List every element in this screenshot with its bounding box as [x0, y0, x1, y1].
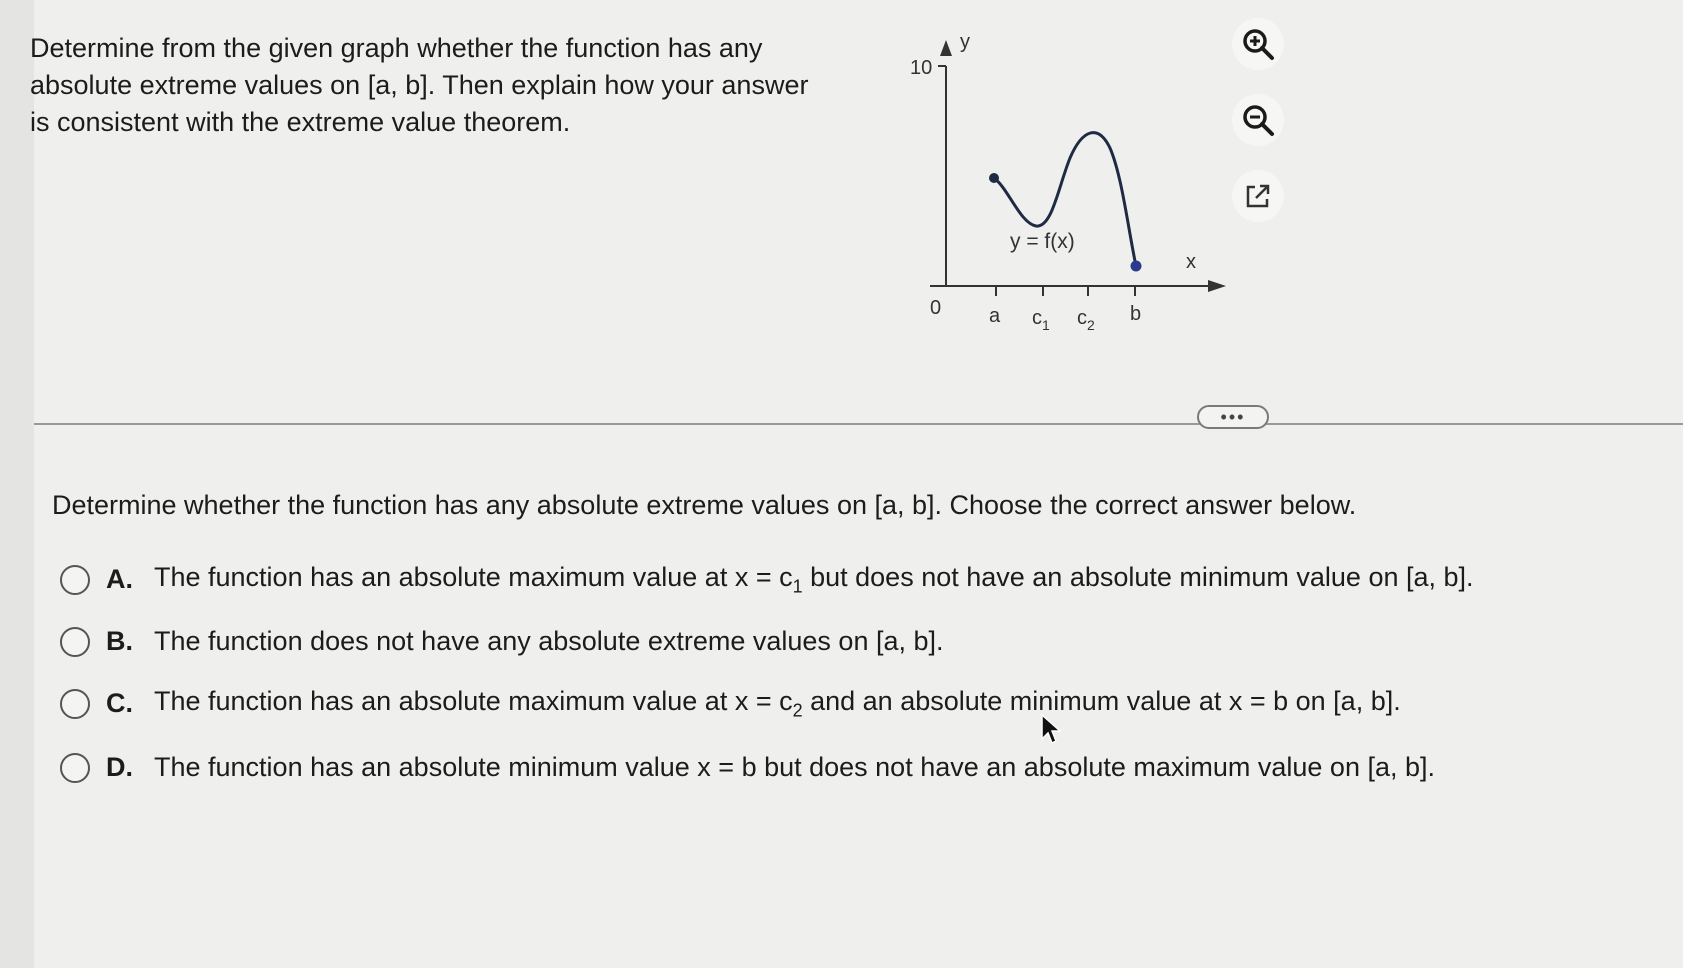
- y-axis-label: y: [960, 31, 970, 53]
- choice-letter: A.: [106, 564, 133, 595]
- choice-text: The function has an absolute minimum val…: [154, 752, 1435, 782]
- choice-text: The function does not have any absolute …: [154, 626, 944, 656]
- choice-letter: D.: [106, 752, 133, 782]
- origin-label: 0: [930, 297, 941, 319]
- choice-text: The function has an absolute maximum val…: [154, 562, 1474, 597]
- radio-b[interactable]: [60, 626, 90, 657]
- zoom-in-button[interactable]: [1232, 18, 1284, 70]
- question-text: Determine from the given graph whether t…: [30, 33, 809, 137]
- choice-text: The function has an absolute maximum val…: [154, 686, 1401, 721]
- graph-tools: [1232, 18, 1288, 246]
- right-endpoint: [1130, 260, 1142, 272]
- choice-c[interactable]: C. The function has an absolute maximum …: [60, 686, 1401, 721]
- choice-a[interactable]: A. The function has an absolute maximum …: [60, 562, 1474, 597]
- radio-c[interactable]: [60, 688, 90, 719]
- y-tick-label: 10: [910, 57, 932, 79]
- radio-a[interactable]: [60, 564, 90, 595]
- page: [34, 0, 1683, 968]
- more-options-button[interactable]: •••: [1197, 405, 1269, 429]
- answer-prompt: Determine whether the function has any a…: [52, 490, 1357, 520]
- left-endpoint: [989, 173, 999, 183]
- radio-d[interactable]: [60, 752, 90, 783]
- choice-d[interactable]: D. The function has an absolute minimum …: [60, 752, 1435, 783]
- y-axis-arrow: [940, 40, 952, 56]
- choice-letter: B.: [106, 626, 133, 656]
- x-axis-label: x: [1186, 251, 1196, 273]
- tick-label-a: a: [989, 305, 1001, 327]
- function-graph: y 10 0 x y = f(x) a c1 c2 b: [890, 18, 1250, 348]
- section-divider: [34, 423, 1683, 425]
- popout-button[interactable]: [1232, 170, 1284, 222]
- external-link-icon: [1246, 184, 1270, 208]
- tick-label-b: b: [1130, 303, 1141, 325]
- x-axis-arrow: [1208, 280, 1226, 292]
- zoom-out-button[interactable]: [1232, 94, 1284, 146]
- mouse-cursor-icon: [1041, 713, 1062, 745]
- curve-label: y = f(x): [1010, 230, 1075, 253]
- choice-b[interactable]: B. The function does not have any absolu…: [60, 626, 944, 657]
- zoom-out-icon: [1243, 105, 1274, 136]
- tick-label-c2: c2: [1077, 307, 1095, 333]
- choice-letter: C.: [106, 688, 133, 719]
- zoom-in-icon: [1243, 29, 1274, 60]
- tick-label-c1: c1: [1032, 307, 1050, 333]
